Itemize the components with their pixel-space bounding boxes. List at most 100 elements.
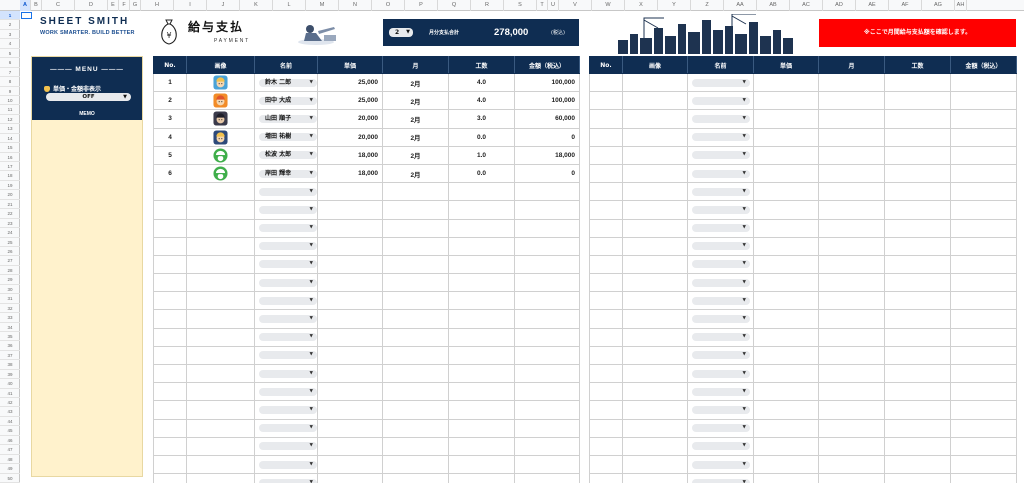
cell-name[interactable]: 松波 太郎 ▼ — [254, 145, 318, 165]
cell-amount[interactable] — [950, 400, 1017, 420]
cell-unit-price[interactable] — [753, 382, 819, 402]
name-dropdown[interactable]: ▼ — [692, 351, 750, 360]
cell-hours[interactable]: 3.0 — [448, 109, 515, 129]
row-number[interactable]: 21 — [0, 200, 20, 210]
cell-hours[interactable] — [448, 291, 515, 311]
cell-amount[interactable] — [950, 436, 1017, 456]
cell-hours[interactable] — [884, 236, 951, 256]
name-dropdown[interactable]: ▼ — [692, 187, 750, 196]
row-number[interactable]: 41 — [0, 389, 20, 399]
name-dropdown[interactable]: ▼ — [692, 315, 750, 324]
name-dropdown[interactable]: ▼ — [259, 351, 317, 360]
cell-unit-price[interactable] — [317, 291, 383, 311]
row-number[interactable]: 45 — [0, 426, 20, 436]
cell-unit-price[interactable] — [317, 309, 383, 329]
cell-unit-price[interactable] — [753, 309, 819, 329]
cell-amount[interactable] — [950, 145, 1017, 165]
cell-no[interactable] — [153, 218, 187, 238]
cell-no[interactable] — [589, 473, 623, 483]
row-number[interactable]: 6 — [0, 58, 20, 68]
name-dropdown[interactable]: 鈴木 二郎 ▼ — [259, 78, 317, 87]
cell-unit-price[interactable] — [753, 400, 819, 420]
row-number[interactable]: 38 — [0, 360, 20, 370]
name-dropdown[interactable]: 松波 太郎 ▼ — [259, 151, 317, 160]
cell-month[interactable] — [818, 145, 885, 165]
cell-avatar[interactable] — [622, 236, 688, 256]
cell-month[interactable] — [382, 309, 449, 329]
cell-hours[interactable] — [448, 309, 515, 329]
cell-amount[interactable]: 18,000 — [514, 145, 580, 165]
cell-month[interactable] — [382, 418, 449, 438]
cell-month[interactable] — [818, 309, 885, 329]
cell-avatar[interactable] — [186, 200, 255, 220]
cell-amount[interactable] — [514, 254, 580, 275]
column-header-w[interactable]: W — [592, 0, 625, 11]
cell-unit-price[interactable]: 25,000 — [317, 72, 383, 93]
cell-amount[interactable] — [514, 327, 580, 347]
cell-avatar[interactable] — [186, 309, 255, 329]
cell-month[interactable] — [382, 236, 449, 256]
name-dropdown[interactable]: ▼ — [692, 424, 750, 433]
cell-avatar[interactable] — [186, 382, 255, 402]
cell-name[interactable]: 田中 大成 ▼ — [254, 91, 318, 111]
cell-avatar[interactable] — [622, 382, 688, 402]
cell-name[interactable]: ▼ — [687, 418, 754, 438]
column-header-q[interactable]: Q — [438, 0, 471, 11]
cell-month[interactable] — [382, 363, 449, 384]
row-number[interactable]: 9 — [0, 87, 20, 96]
cell-avatar[interactable] — [186, 127, 255, 147]
cell-hours[interactable] — [884, 72, 951, 93]
cell-hours[interactable] — [448, 418, 515, 438]
cell-unit-price[interactable]: 25,000 — [317, 91, 383, 111]
column-header-v[interactable]: V — [559, 0, 592, 11]
column-header-z[interactable]: Z — [691, 0, 724, 11]
cell-month[interactable]: 2月 — [382, 72, 449, 93]
cell-name[interactable]: ▼ — [687, 200, 754, 220]
cell-avatar[interactable] — [186, 436, 255, 456]
name-dropdown[interactable]: ▼ — [692, 387, 750, 396]
cell-name[interactable]: 山田 順子 ▼ — [254, 109, 318, 129]
cell-amount[interactable] — [950, 363, 1017, 384]
cell-name[interactable]: ▼ — [687, 454, 754, 475]
cell-avatar[interactable] — [622, 182, 688, 202]
cell-no[interactable] — [589, 145, 623, 165]
cell-avatar[interactable] — [186, 254, 255, 275]
cell-no[interactable] — [153, 182, 187, 202]
column-header-ad[interactable]: AD — [823, 0, 856, 11]
cell-no[interactable] — [153, 254, 187, 275]
name-dropdown[interactable]: ▼ — [692, 78, 750, 87]
cell-name[interactable]: ▼ — [687, 254, 754, 275]
cell-no[interactable] — [589, 327, 623, 347]
name-dropdown[interactable]: ▼ — [259, 260, 317, 269]
cell-avatar[interactable] — [622, 473, 688, 483]
cell-no[interactable] — [589, 309, 623, 329]
cell-avatar[interactable] — [622, 327, 688, 347]
cell-no[interactable] — [153, 200, 187, 220]
name-dropdown[interactable]: ▼ — [692, 114, 750, 123]
name-dropdown[interactable]: ▼ — [692, 96, 750, 105]
name-dropdown[interactable]: ▼ — [692, 296, 750, 305]
cell-no[interactable]: 3 — [153, 109, 187, 129]
cell-hours[interactable] — [884, 291, 951, 311]
cell-hours[interactable] — [448, 236, 515, 256]
cell-avatar[interactable] — [186, 273, 255, 293]
cell-hours[interactable] — [448, 345, 515, 366]
cell-amount[interactable] — [950, 291, 1017, 311]
cell-month[interactable] — [382, 218, 449, 238]
column-header-o[interactable]: O — [372, 0, 405, 11]
cell-avatar[interactable] — [186, 109, 255, 129]
cell-hours[interactable] — [884, 254, 951, 275]
cell-no[interactable] — [153, 236, 187, 256]
column-header-r[interactable]: R — [471, 0, 504, 11]
row-number[interactable]: 48 — [0, 455, 20, 465]
name-dropdown[interactable]: ▼ — [692, 242, 750, 251]
cell-no[interactable] — [153, 436, 187, 456]
column-header-t[interactable]: T — [537, 0, 548, 11]
column-header-aa[interactable]: AA — [724, 0, 757, 11]
column-header-p[interactable]: P — [405, 0, 438, 11]
name-dropdown[interactable]: ▼ — [692, 333, 750, 342]
cell-no[interactable] — [153, 309, 187, 329]
cell-month[interactable] — [818, 254, 885, 275]
cell-month[interactable] — [818, 273, 885, 293]
name-dropdown[interactable]: ▼ — [259, 315, 317, 324]
